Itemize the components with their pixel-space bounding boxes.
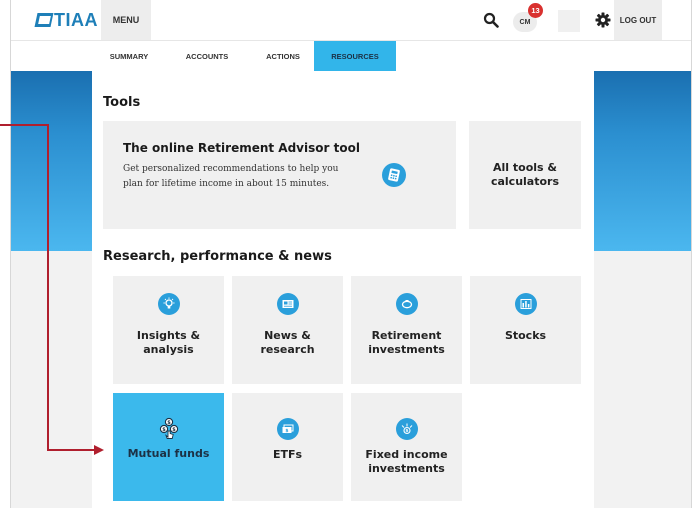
stocks-card[interactable]: Stocks: [470, 276, 581, 384]
tab-resources[interactable]: RESOURCES: [314, 41, 396, 71]
svg-text:$: $: [162, 427, 166, 433]
tab-summary[interactable]: SUMMARY: [99, 41, 159, 71]
lightbulb-icon: [157, 293, 180, 315]
svg-text:$: $: [167, 420, 171, 426]
left-gutter: [11, 251, 92, 508]
logo-mark-icon: [34, 13, 54, 27]
all-tools-label: All tools & calculators: [490, 161, 560, 188]
placeholder-box: [558, 10, 580, 32]
right-banner: [594, 71, 691, 251]
gear-icon[interactable]: [595, 12, 611, 28]
main-content: Tools The online Retirement Advisor tool…: [92, 71, 594, 508]
top-bar: TIAA MENU CM 13 LOG OUT: [11, 0, 691, 41]
dollar-arrows-icon: $: [395, 418, 418, 440]
bar-chart-icon: [514, 293, 537, 315]
menu-button[interactable]: MENU: [101, 0, 151, 40]
retirement-investments-label: Retirement investments: [368, 329, 445, 356]
piggy-bank-icon: [395, 293, 418, 315]
newspaper-icon: [276, 293, 299, 315]
tiaa-logo[interactable]: TIAA: [34, 9, 98, 30]
mutual-funds-card[interactable]: $ $ $ Mutual funds: [113, 393, 224, 501]
svg-text:$: $: [285, 428, 288, 434]
tab-accounts[interactable]: ACCOUNTS: [171, 41, 243, 71]
search-icon[interactable]: [483, 12, 499, 28]
retirement-advisor-card[interactable]: The online Retirement Advisor tool Get p…: [103, 121, 456, 229]
svg-text:$: $: [405, 428, 408, 434]
etfs-card[interactable]: $ ETFs: [232, 393, 343, 501]
left-banner: [11, 71, 92, 251]
etfs-label: ETFs: [272, 448, 303, 461]
brand-name: TIAA: [54, 9, 98, 30]
coins-icon: $ $ $: [158, 417, 180, 443]
cash-stack-icon: $: [276, 418, 299, 440]
svg-text:$: $: [172, 427, 176, 433]
tools-heading: Tools: [103, 95, 141, 110]
fixed-income-label: Fixed income investments: [365, 448, 448, 475]
all-tools-card[interactable]: All tools & calculators: [469, 121, 581, 229]
mutual-funds-label: Mutual funds: [127, 447, 210, 460]
advisor-description: Get personalized recommendations to help…: [123, 164, 339, 189]
news-research-card[interactable]: News & research: [232, 276, 343, 384]
research-heading: Research, performance & news: [103, 249, 332, 264]
right-gutter: [594, 251, 691, 508]
logout-button[interactable]: LOG OUT: [614, 0, 662, 40]
insights-analysis-card[interactable]: Insights & analysis: [113, 276, 224, 384]
insights-analysis-label: Insights & analysis: [136, 329, 201, 356]
advisor-title: The online Retirement Advisor tool: [123, 141, 360, 155]
retirement-investments-card[interactable]: Retirement investments: [351, 276, 462, 384]
news-research-label: News & research: [260, 329, 315, 356]
app-window: TIAA MENU CM 13 LOG OUT SUMMARY ACCOUNTS…: [10, 0, 692, 508]
stocks-label: Stocks: [504, 329, 547, 342]
notification-badge[interactable]: 13: [528, 3, 543, 18]
fixed-income-card[interactable]: $ Fixed income investments: [351, 393, 462, 501]
tab-actions[interactable]: ACTIONS: [251, 41, 315, 71]
tab-bar: SUMMARY ACCOUNTS ACTIONS RESOURCES: [11, 41, 691, 71]
calculator-icon: [382, 163, 406, 187]
